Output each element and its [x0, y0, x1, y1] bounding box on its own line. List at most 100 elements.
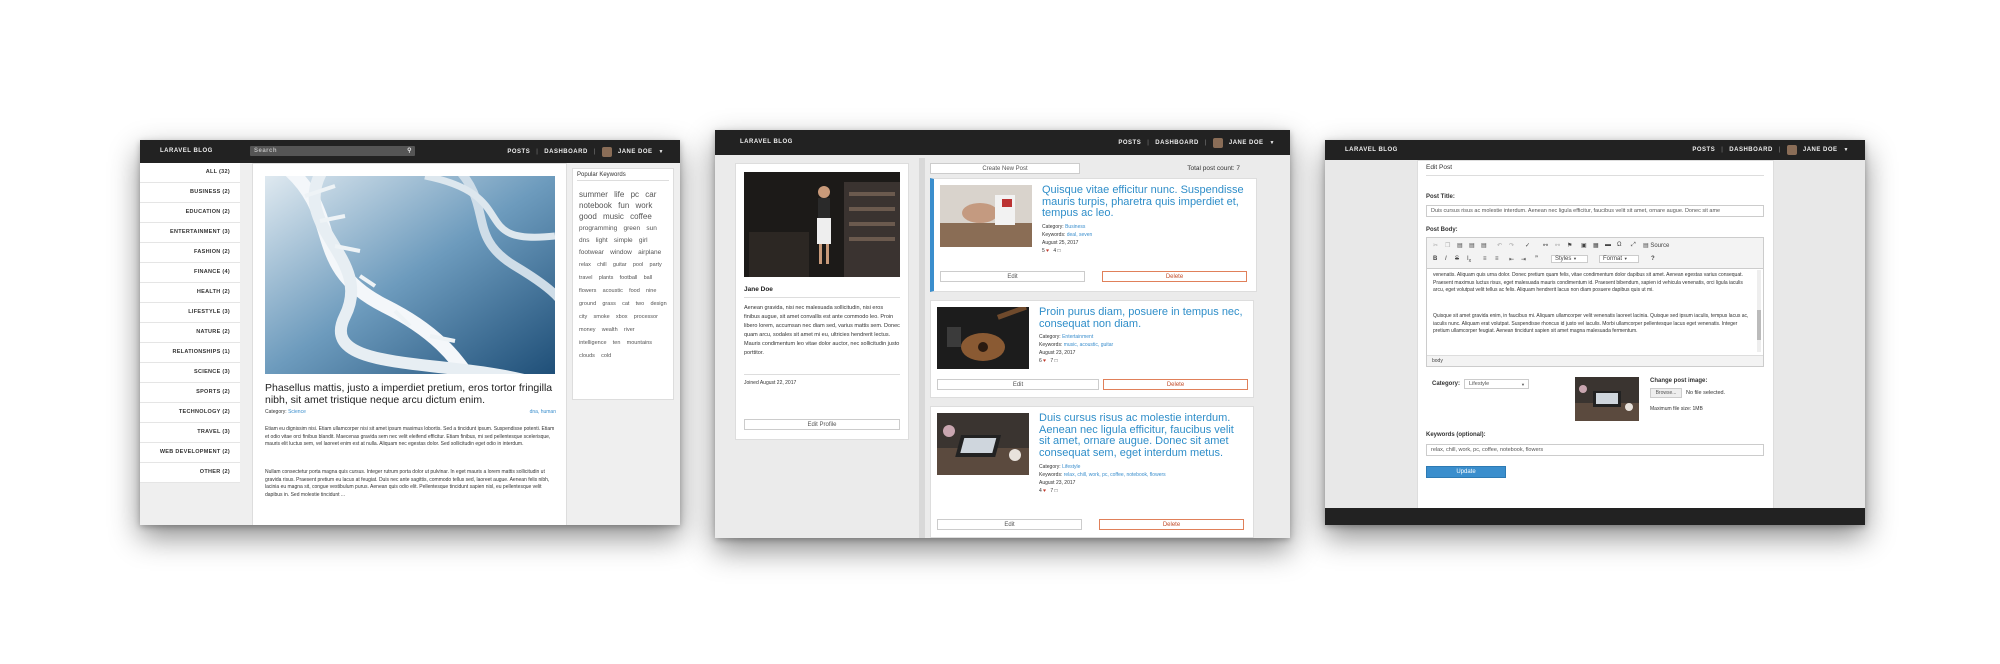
sidebar-item-category[interactable]: ENTERTAINMENT (3) [140, 223, 240, 243]
sidebar-item-category[interactable]: TRAVEL (3) [140, 423, 240, 443]
title-input[interactable]: Duis cursus risus ac molestie interdum. … [1426, 205, 1764, 217]
category-select[interactable]: Lifestyle ▼ [1464, 379, 1529, 389]
keyword-link[interactable]: music [603, 212, 624, 221]
keyword-link[interactable]: cold [601, 353, 611, 359]
edit-profile-button[interactable]: Edit Profile [744, 419, 900, 430]
avatar[interactable] [1212, 137, 1223, 148]
unlink-icon[interactable]: ⚯ [1555, 242, 1560, 249]
post-tags[interactable]: dna, human [530, 409, 556, 417]
brand-link[interactable]: LARAVEL BLOG [160, 140, 213, 163]
image-icon[interactable]: ▣ [1581, 242, 1587, 249]
keyword-link[interactable]: simple [614, 237, 633, 244]
keyword-link[interactable]: nine [646, 288, 656, 294]
keyword-link[interactable]: coffee [630, 212, 652, 221]
keyword-link[interactable]: food [629, 288, 640, 294]
keyword-link[interactable]: flowers [579, 288, 596, 294]
sidebar-item-category[interactable]: LIFESTYLE (3) [140, 303, 240, 323]
post-thumbnail[interactable] [940, 185, 1032, 247]
italic-icon[interactable]: I [1445, 256, 1447, 262]
nav-posts-link[interactable]: POSTS [1692, 147, 1715, 153]
paste-word-icon[interactable]: ▤ [1481, 242, 1487, 249]
keyword-link[interactable]: city [579, 314, 587, 320]
indent-icon[interactable]: ⇥ [1521, 256, 1526, 263]
keyword-link[interactable]: sun [646, 225, 656, 232]
keyword-link[interactable]: relax [579, 262, 591, 268]
chevron-down-icon[interactable]: ▼ [1270, 140, 1275, 146]
comment-icon[interactable]: □ [1054, 358, 1057, 364]
horizontal-line-icon[interactable]: ▬ [1605, 242, 1611, 248]
sidebar-item-category[interactable]: FINANCE (4) [140, 263, 240, 283]
keyword-link[interactable]: work [636, 201, 653, 210]
keyword-link[interactable]: notebook [579, 201, 612, 210]
search-input[interactable]: Search ⚲ [250, 146, 415, 156]
category-link[interactable]: Lifestyle [1062, 464, 1080, 470]
undo-icon[interactable]: ↶ [1497, 242, 1502, 249]
keywords-input[interactable]: relax, chill, work, pc, coffee, notebook… [1426, 444, 1764, 456]
nav-dashboard-link[interactable]: DASHBOARD [1729, 147, 1773, 153]
sidebar-item-category[interactable]: EDUCATION (2) [140, 203, 240, 223]
anchor-icon[interactable]: ⚑ [1567, 242, 1572, 249]
keyword-links[interactable]: deal, seven [1067, 232, 1093, 238]
sidebar-item-category[interactable]: NATURE (2) [140, 323, 240, 343]
category-link[interactable]: Science [288, 409, 306, 415]
source-button[interactable]: ▤ Source [1643, 242, 1669, 249]
keyword-link[interactable]: plants [599, 275, 614, 281]
keyword-link[interactable]: pc [631, 190, 639, 199]
keyword-link[interactable]: life [614, 190, 624, 199]
keyword-link[interactable]: ball [644, 275, 653, 281]
paste-text-icon[interactable]: ▤ [1469, 242, 1475, 249]
keyword-link[interactable]: acoustic [603, 288, 623, 294]
avatar[interactable] [1786, 145, 1797, 155]
bulleted-list-icon[interactable]: ≡ [1495, 256, 1499, 262]
keyword-link[interactable]: good [579, 212, 597, 221]
sidebar-item-category[interactable]: ALL (32) [140, 163, 240, 183]
keyword-link[interactable]: clouds [579, 353, 595, 359]
editor-content[interactable]: Quisque sit amet gravida enim, in faucib… [1433, 313, 1751, 336]
update-button[interactable]: Update [1426, 466, 1506, 478]
bold-icon[interactable]: B [1433, 256, 1437, 262]
keyword-link[interactable]: money [579, 327, 596, 333]
keyword-link[interactable]: grass [602, 301, 615, 307]
edit-post-button[interactable]: Edit [937, 519, 1082, 530]
delete-post-button[interactable]: Delete [1099, 519, 1244, 530]
keyword-link[interactable]: chill [597, 262, 606, 268]
keyword-link[interactable]: fun [618, 201, 629, 210]
keyword-link[interactable]: two [636, 301, 645, 307]
sidebar-item-category[interactable]: RELATIONSHIPS (1) [140, 343, 240, 363]
sidebar-item-category[interactable]: WEB DEVELOPMENT (2) [140, 443, 240, 463]
edit-post-button[interactable]: Edit [937, 379, 1099, 390]
sidebar-item-category[interactable]: FASHION (2) [140, 243, 240, 263]
avatar[interactable] [601, 146, 612, 157]
keyword-link[interactable]: girl [639, 237, 648, 244]
maximize-icon[interactable]: ⤢ [1631, 242, 1636, 249]
keyword-link[interactable]: smoke [593, 314, 609, 320]
nav-dashboard-link[interactable]: DASHBOARD [544, 149, 588, 155]
styles-dropdown[interactable]: Styles ▼ [1551, 255, 1588, 263]
keyword-link[interactable]: mountains [627, 340, 652, 346]
heart-icon[interactable]: ♥ [1046, 248, 1049, 254]
keyword-link[interactable]: pool [633, 262, 643, 268]
keyword-link[interactable]: window [610, 249, 632, 256]
heart-icon[interactable]: ♥ [1043, 488, 1046, 494]
keyword-link[interactable]: cat [622, 301, 629, 307]
keyword-link[interactable]: party [650, 262, 662, 268]
search-icon[interactable]: ⚲ [407, 146, 412, 156]
special-char-icon[interactable]: Ω [1617, 242, 1622, 248]
outdent-icon[interactable]: ⇤ [1509, 256, 1514, 263]
keyword-link[interactable]: footwear [579, 249, 604, 256]
keyword-link[interactable]: xbox [616, 314, 628, 320]
keyword-link[interactable]: car [645, 190, 656, 199]
keyword-link[interactable]: travel [579, 275, 592, 281]
sidebar-item-category[interactable]: OTHER (2) [140, 463, 240, 483]
help-icon[interactable]: ? [1651, 256, 1655, 262]
copy-icon[interactable]: ❐ [1445, 242, 1450, 249]
cut-icon[interactable]: ✂ [1433, 242, 1438, 249]
keyword-link[interactable]: programming [579, 225, 617, 232]
keyword-link[interactable]: light [596, 237, 608, 244]
keyword-link[interactable]: processor [634, 314, 658, 320]
keyword-link[interactable]: design [650, 301, 666, 307]
keyword-link[interactable]: football [620, 275, 638, 281]
user-menu[interactable]: JANE DOE [1803, 147, 1838, 153]
delete-post-button[interactable]: Delete [1102, 271, 1247, 282]
link-icon[interactable]: ⚯ [1543, 242, 1548, 249]
